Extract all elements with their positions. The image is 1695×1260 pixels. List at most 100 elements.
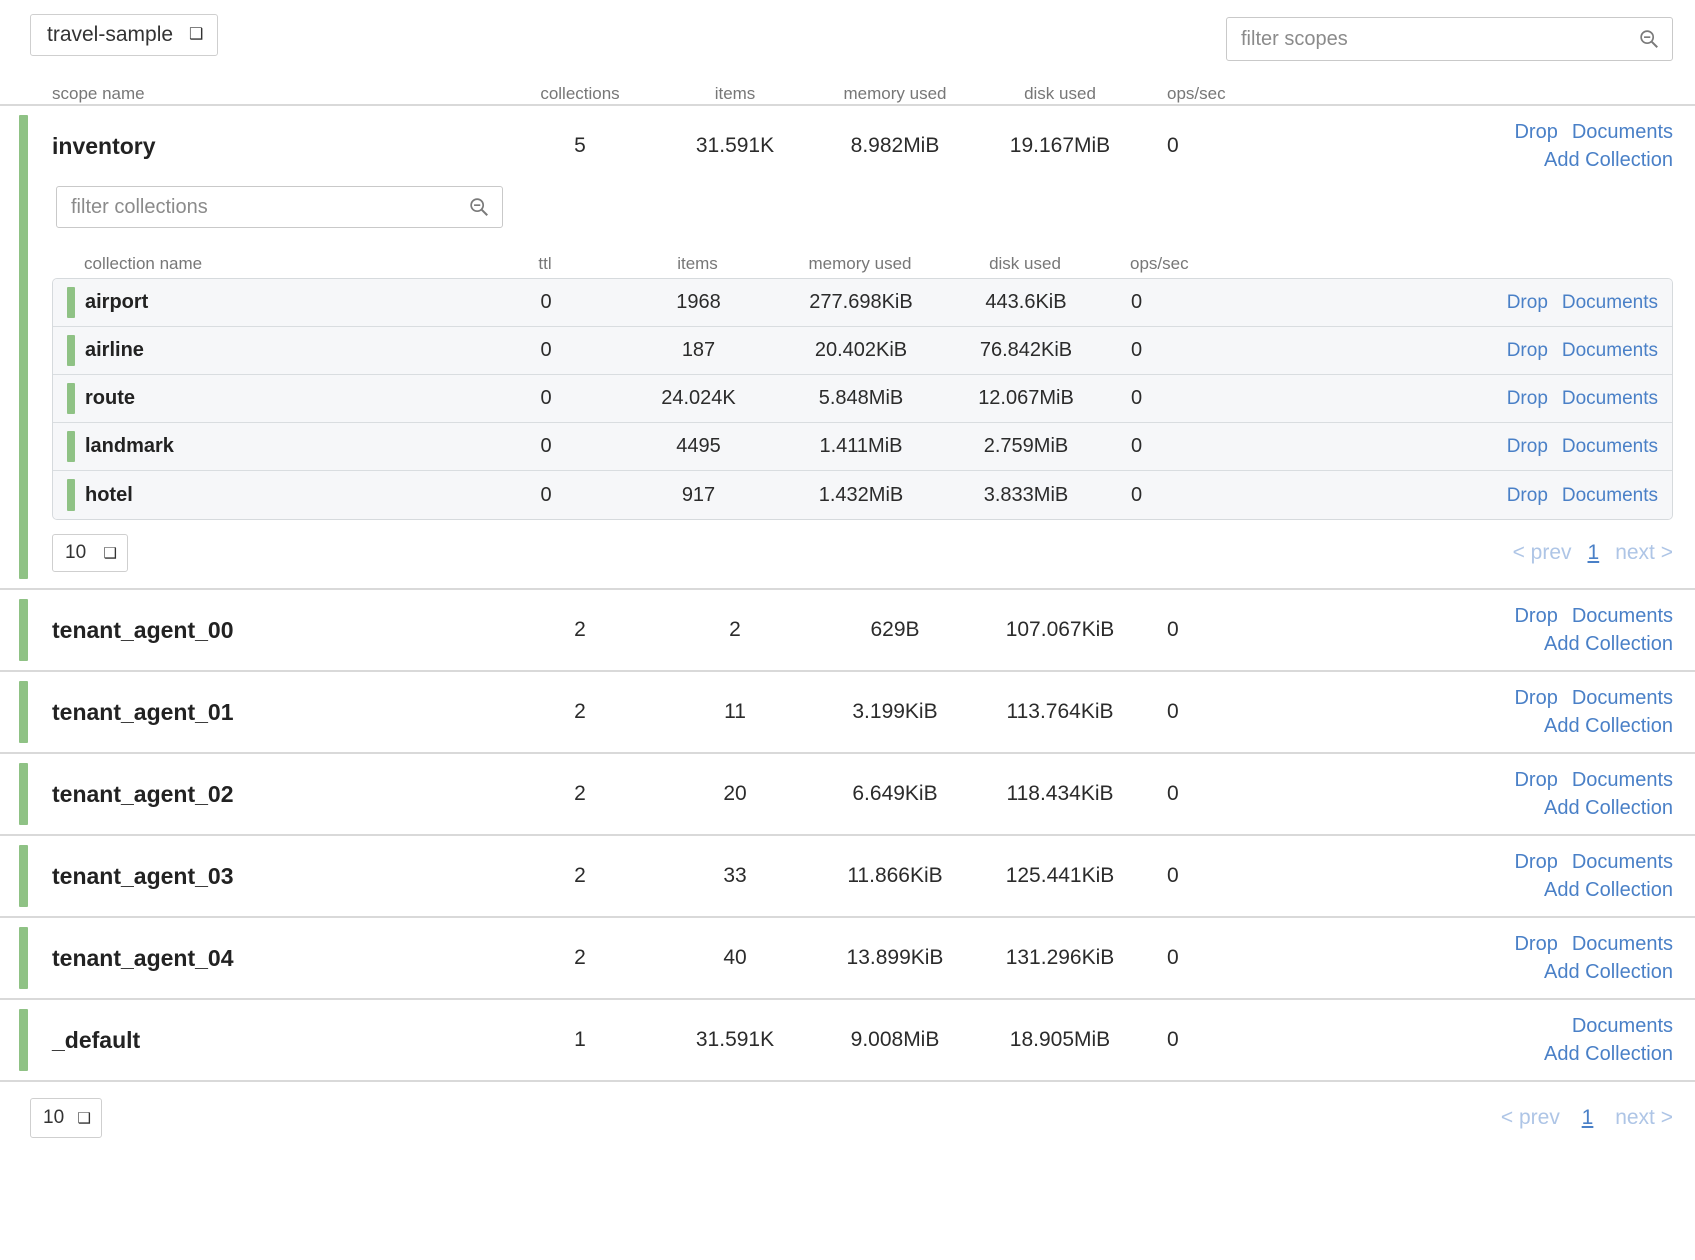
scope-page-size-value: 10 — [43, 1107, 64, 1129]
chevron-down-icon: ❑ — [189, 27, 203, 43]
scope-ops-sec: 0 — [1140, 864, 1270, 888]
bucket-selector[interactable]: travel-sample ❑ — [30, 14, 218, 56]
collection-memory-used: 20.402KiB — [776, 339, 946, 362]
collection-documents-link[interactable]: Documents — [1562, 292, 1658, 313]
scope-drop-link[interactable]: Drop — [1514, 605, 1557, 627]
scope-documents-link[interactable]: Documents — [1572, 605, 1673, 627]
collection-documents-link[interactable]: Documents — [1562, 485, 1658, 506]
scope-row[interactable]: tenant_agent_0424013.899KiB131.296KiB0Dr… — [0, 918, 1695, 998]
collection-page-size-selector[interactable]: 10❑ — [52, 534, 128, 572]
scope-ops-sec: 0 — [1140, 946, 1270, 970]
scope-add-collection-link[interactable]: Add Collection — [1284, 878, 1673, 903]
scope-name[interactable]: tenant_agent_01 — [30, 699, 500, 726]
scope-prev-page-link[interactable]: < prev — [1501, 1106, 1560, 1129]
scope-ops-sec: 0 — [1140, 618, 1270, 642]
collection-pagination: 10❑ < prev 1 next > — [52, 520, 1673, 572]
collection-drop-link[interactable]: Drop — [1507, 485, 1548, 506]
scope-drop-link[interactable]: Drop — [1514, 933, 1557, 955]
scope-disk-used: 113.764KiB — [980, 700, 1140, 724]
scope-items-count: 40 — [660, 946, 810, 970]
scope-name[interactable]: tenant_agent_00 — [30, 617, 500, 644]
collection-row[interactable]: airline018720.402KiB76.842KiB0DropDocume… — [53, 327, 1672, 375]
collection-row[interactable]: airport01968277.698KiB443.6KiB0DropDocum… — [53, 279, 1672, 327]
collection-actions: Drop Documents — [1236, 435, 1672, 458]
scope-block: tenant_agent_0424013.899KiB131.296KiB0Dr… — [0, 918, 1695, 1000]
collection-row[interactable]: landmark044951.411MiB2.759MiB0DropDocume… — [53, 423, 1672, 471]
scope-next-page-link[interactable]: next > — [1615, 1106, 1673, 1129]
collection-page-1-link[interactable]: 1 — [1588, 541, 1600, 564]
column-header-memory-used: memory used — [810, 84, 980, 104]
collection-documents-link[interactable]: Documents — [1562, 340, 1658, 361]
collection-ttl: 0 — [471, 387, 621, 410]
scope-row[interactable]: tenant_agent_0323311.866KiB125.441KiB0Dr… — [0, 836, 1695, 916]
chevron-down-icon: ❑ — [78, 1109, 91, 1127]
scope-drop-link[interactable]: Drop — [1514, 769, 1557, 791]
scope-row[interactable]: _default131.591K9.008MiB18.905MiB0Docume… — [0, 1000, 1695, 1080]
scope-add-collection-link[interactable]: Add Collection — [1284, 148, 1673, 173]
scope-row[interactable]: tenant_agent_022206.649KiB118.434KiB0Dro… — [0, 754, 1695, 834]
scope-page-size-selector[interactable]: 10 ❑ — [30, 1098, 102, 1138]
scope-add-collection-link[interactable]: Add Collection — [1284, 1042, 1673, 1067]
scope-add-collection-link[interactable]: Add Collection — [1284, 960, 1673, 985]
filter-collections-input[interactable] — [56, 186, 503, 228]
collection-drop-link[interactable]: Drop — [1507, 388, 1548, 409]
scope-drop-link[interactable]: Drop — [1514, 851, 1557, 873]
scope-documents-link[interactable]: Documents — [1572, 1015, 1673, 1037]
collection-ttl: 0 — [471, 484, 621, 507]
scope-row[interactable]: tenant_agent_012113.199KiB113.764KiB0Dro… — [0, 672, 1695, 752]
scope-collections-count: 2 — [500, 864, 660, 888]
collection-table: airport01968277.698KiB443.6KiB0DropDocum… — [52, 278, 1673, 520]
column-header-items: items — [660, 84, 810, 104]
collection-documents-link[interactable]: Documents — [1562, 436, 1658, 457]
scope-drop-link[interactable]: Drop — [1514, 121, 1557, 143]
scope-ops-sec: 0 — [1140, 1028, 1270, 1052]
scope-name[interactable]: _default — [30, 1027, 500, 1054]
scope-name[interactable]: tenant_agent_02 — [30, 781, 500, 808]
collection-status-bar — [67, 287, 75, 318]
scope-row[interactable]: inventory531.591K8.982MiB19.167MiB0DropD… — [0, 106, 1695, 186]
scope-documents-link[interactable]: Documents — [1572, 121, 1673, 143]
scope-status-bar — [19, 845, 28, 907]
scope-documents-link[interactable]: Documents — [1572, 933, 1673, 955]
scope-add-collection-link[interactable]: Add Collection — [1284, 632, 1673, 657]
scope-items-count: 20 — [660, 782, 810, 806]
scope-page-1-link[interactable]: 1 — [1582, 1106, 1594, 1129]
scope-items-count: 31.591K — [660, 134, 810, 158]
collection-memory-used: 1.411MiB — [776, 435, 946, 458]
scope-items-count: 2 — [660, 618, 810, 642]
filter-scopes-input[interactable] — [1226, 17, 1673, 61]
collection-drop-link[interactable]: Drop — [1507, 340, 1548, 361]
scope-row[interactable]: tenant_agent_0022629B107.067KiB0DropDocu… — [0, 590, 1695, 670]
scope-collections-count: 2 — [500, 700, 660, 724]
scope-add-collection-link[interactable]: Add Collection — [1284, 796, 1673, 821]
scope-name[interactable]: inventory — [30, 133, 500, 160]
scope-documents-link[interactable]: Documents — [1572, 687, 1673, 709]
scope-status-bar — [19, 927, 28, 989]
scope-table-header: scope name collections items memory used… — [0, 72, 1695, 104]
scope-actions: Drop Documents Add Collection — [1270, 849, 1673, 903]
scope-items-count: 11 — [660, 700, 810, 724]
scope-name[interactable]: tenant_agent_03 — [30, 863, 500, 890]
scope-disk-used: 125.441KiB — [980, 864, 1140, 888]
scope-add-collection-link[interactable]: Add Collection — [1284, 714, 1673, 739]
scope-name[interactable]: tenant_agent_04 — [30, 945, 500, 972]
collection-row[interactable]: hotel09171.432MiB3.833MiB0DropDocuments — [53, 471, 1672, 519]
collection-items-count: 187 — [621, 339, 776, 362]
scope-items-count: 31.591K — [660, 1028, 810, 1052]
collection-prev-page-link[interactable]: < prev — [1513, 541, 1572, 564]
collection-disk-used: 12.067MiB — [946, 387, 1106, 410]
scope-pagination: 10 ❑ < prev 1 next > — [0, 1082, 1695, 1138]
collection-next-page-link[interactable]: next > — [1615, 541, 1673, 564]
scope-documents-link[interactable]: Documents — [1572, 769, 1673, 791]
scope-collections-count: 1 — [500, 1028, 660, 1052]
scope-documents-link[interactable]: Documents — [1572, 851, 1673, 873]
collection-row[interactable]: route024.024K5.848MiB12.067MiB0DropDocum… — [53, 375, 1672, 423]
scope-drop-link[interactable]: Drop — [1514, 687, 1557, 709]
collection-documents-link[interactable]: Documents — [1562, 388, 1658, 409]
collection-drop-link[interactable]: Drop — [1507, 436, 1548, 457]
scope-memory-used: 9.008MiB — [810, 1028, 980, 1052]
collection-status-bar — [67, 383, 75, 414]
column-header-collection-name: collection name — [52, 254, 470, 274]
collection-name: route — [53, 387, 471, 410]
collection-drop-link[interactable]: Drop — [1507, 292, 1548, 313]
